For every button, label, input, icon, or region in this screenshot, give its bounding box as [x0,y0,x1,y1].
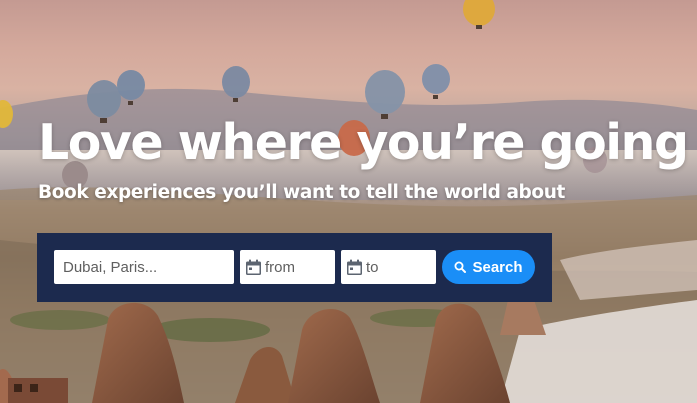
date-from-field[interactable] [240,250,335,284]
hero-headline: Love where you’re going [38,114,689,171]
search-button-label: Search [472,258,523,276]
date-to-field[interactable] [341,250,436,284]
destination-field[interactable] [54,250,234,284]
calendar-icon [246,259,261,275]
hero-section: Love where you’re going Book experiences… [0,0,697,403]
search-icon [454,261,467,273]
date-from-input[interactable] [265,258,335,276]
search-button[interactable]: Search [442,250,535,284]
search-panel: Search [37,233,552,302]
hero-subheadline: Book experiences you’ll want to tell the… [38,182,565,203]
calendar-icon [347,259,362,275]
destination-input[interactable] [63,258,234,276]
date-to-input[interactable] [366,258,436,276]
